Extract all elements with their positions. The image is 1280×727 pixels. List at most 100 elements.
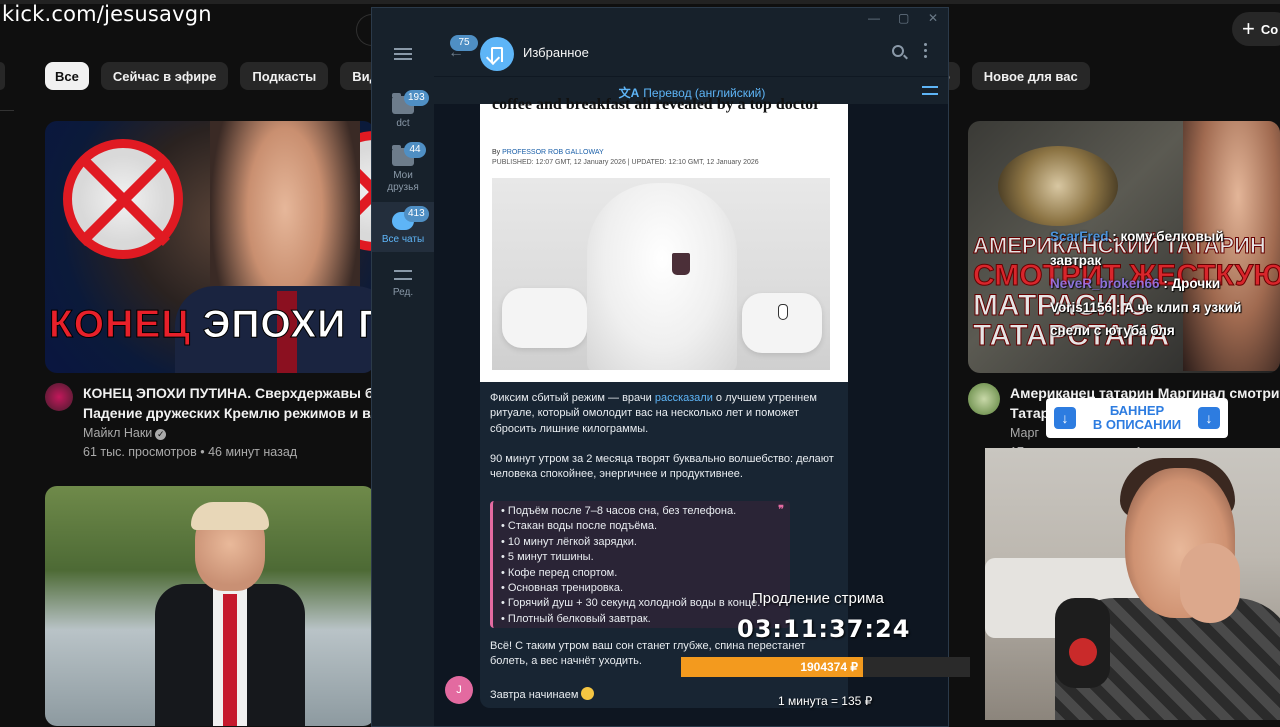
crossed-portrait-icon: [63, 139, 183, 259]
video-thumbnail[interactable]: [45, 486, 375, 726]
thumbnail-caption-white: ЭПОХИ ПУ: [202, 303, 375, 347]
channel-avatar[interactable]: [45, 383, 73, 411]
folder-dct[interactable]: dct 193: [372, 90, 434, 136]
unread-badge: 193: [404, 90, 429, 106]
channel-name-row: Майкл Наки ✓: [83, 424, 391, 443]
chat-line: Voris1156 : А че клип я узкий: [1050, 299, 1242, 315]
photo-pillow: [742, 293, 822, 353]
window-titlebar: — ▢ ✕: [372, 8, 948, 30]
chat-username: Voris1156: [1050, 299, 1113, 315]
mouse-cursor: [778, 304, 788, 320]
extend-stream-timer: 03:11:37:24: [737, 615, 911, 643]
video-info: КОНЕЦ ЭПОХИ ПУТИНА. Сверхдержавы бол Пад…: [45, 383, 391, 462]
folders-sidebar: dct 193 Мои друзья 44 Все чаты 413 Ред.: [372, 30, 434, 726]
folder-all-chats[interactable]: Все чаты 413: [372, 202, 434, 252]
arrow-down-icon: ↓: [1197, 407, 1220, 429]
chip-new-for-you[interactable]: Новое для вас: [971, 62, 1090, 90]
quote-item: • Горячий душ + 30 секунд холодной воды …: [501, 597, 761, 610]
stream-chat-overlay: ScarFred : кому белковый завтрак NeveR_b…: [1050, 225, 1280, 343]
bookmark-icon: [491, 46, 503, 62]
article-photo: [492, 178, 830, 370]
extend-stream-label: Продление стрима: [752, 590, 884, 607]
streamer-webcam: [985, 448, 1280, 720]
chat-line: ScarFred : кому белковый: [1050, 229, 1224, 244]
video-meta: 61 тыс. просмотров • 46 минут назад: [83, 445, 298, 459]
close-icon[interactable]: ✕: [928, 11, 938, 25]
quote-item: • 5 минут тишины.: [501, 551, 594, 564]
chat-title[interactable]: Избранное: [523, 45, 589, 60]
message-quote: ❞ • Подъём после 7–8 часов сна, без теле…: [490, 501, 790, 628]
banner-text: БАННЕР В ОПИСАНИИ: [1093, 404, 1181, 432]
search-icon[interactable]: [892, 45, 904, 57]
folder-label: Мои друзья: [387, 170, 419, 193]
quote-icon: ❞: [778, 504, 784, 516]
chat-line: завтрак: [1050, 249, 1280, 273]
saved-messages-avatar[interactable]: [480, 37, 514, 71]
verified-icon: ✓: [155, 429, 167, 440]
video-title-line1[interactable]: КОНЕЦ ЭПОХИ ПУТИНА. Сверхдержавы бол: [83, 383, 391, 403]
chat-username: NeveR_broken66: [1050, 276, 1160, 291]
progress-amount: 1904374 ₽: [800, 660, 858, 674]
rate-label: 1 минута = 135 ₽: [778, 694, 873, 708]
folder-label: Ред.: [392, 287, 414, 298]
article-title: coffee and breakfast all revealed by a t…: [492, 96, 821, 113]
quote-item: • Кофе перед спортом.: [501, 566, 618, 579]
text-run: Фиксим сбитый режим — врачи: [490, 392, 655, 404]
chip-live[interactable]: Сейчас в эфире: [100, 62, 229, 90]
chat-line: снели с ютуба бля: [1050, 319, 1280, 343]
folder-friends[interactable]: Мои друзья 44: [372, 142, 434, 196]
byline-prefix: By: [492, 149, 501, 156]
sender-avatar[interactable]: J: [445, 676, 473, 704]
microphone-icon: [1055, 598, 1110, 688]
channel-name[interactable]: Майкл Наки: [83, 426, 152, 440]
photo-blanket: [587, 183, 737, 370]
description-banner: ↓ БАННЕР В ОПИСАНИИ ↓: [1046, 398, 1228, 438]
menu-icon[interactable]: [394, 48, 412, 50]
message-link[interactable]: рассказали: [655, 392, 713, 404]
folder-label: Все чаты: [381, 234, 425, 245]
chat-username: ScarFred: [1050, 229, 1109, 244]
chat-header: ← 75 Избранное: [434, 30, 948, 76]
folder-label: dct: [396, 118, 410, 129]
thumbnail-bowl: [998, 146, 1118, 226]
create-button[interactable]: + Со: [1232, 12, 1280, 46]
chip-scroll-edge[interactable]: [0, 62, 5, 90]
thumbnail-caption: КОНЕЦ ЭПОХИ ПУ: [49, 303, 375, 347]
article-screenshot[interactable]: coffee and breakfast all revealed by a t…: [480, 96, 848, 382]
banner-text-line1: БАННЕР: [1109, 403, 1165, 418]
arrow-down-icon: ↓: [1054, 407, 1076, 429]
photo-mug: [672, 253, 690, 275]
chip-all[interactable]: Все: [45, 62, 89, 90]
category-chips: Все Сейчас в эфире Подкасты Видеоигр: [45, 62, 427, 90]
video-title-line2[interactable]: Падение дружеских Кремлю режимов и вли: [83, 403, 391, 423]
folder-edit[interactable]: Ред.: [372, 266, 434, 306]
chat-text: А че клип я узкий: [1124, 299, 1242, 315]
webcam-person-hand: [1180, 543, 1240, 623]
edit-folders-icon: [394, 268, 412, 282]
quote-item: • 10 минут лёгкой зарядки.: [501, 535, 637, 548]
thumbnail-tie: [223, 594, 237, 726]
back-unread-badge: 75: [450, 35, 478, 51]
chip-podcasts[interactable]: Подкасты: [240, 62, 329, 90]
article-byline: By PROFESSOR ROB GALLOWAY: [492, 149, 604, 156]
thumbnail-hair: [191, 502, 269, 530]
message-paragraph: 90 минут утром за 2 месяца творят буквал…: [490, 453, 834, 481]
unread-badge: 44: [404, 142, 426, 158]
unread-badge: 413: [404, 206, 429, 222]
banner-text-line2: В ОПИСАНИИ: [1092, 417, 1182, 432]
smile-emoji-icon: [581, 687, 595, 700]
video-thumbnail[interactable]: КОНЕЦ ЭПОХИ ПУ: [45, 121, 375, 373]
more-options-icon[interactable]: [924, 43, 927, 46]
maximize-icon[interactable]: ▢: [898, 11, 909, 25]
photo-pillow: [502, 288, 587, 348]
left-edge-divider: [0, 110, 14, 150]
chat-text: завтрак: [1050, 252, 1102, 268]
create-button-label: Со: [1260, 21, 1279, 37]
translate-settings-icon[interactable]: [922, 85, 938, 97]
message-paragraph: Фиксим сбитый режим — врачи рассказали о…: [490, 391, 845, 437]
donation-progress-bar: 1904374 ₽: [681, 657, 970, 677]
channel-avatar[interactable]: [968, 383, 1000, 415]
minimize-icon[interactable]: —: [868, 11, 880, 25]
stream-url: kick.com/jesusavgn: [2, 2, 212, 26]
category-chips-right: но Новое для вас: [930, 62, 1090, 90]
